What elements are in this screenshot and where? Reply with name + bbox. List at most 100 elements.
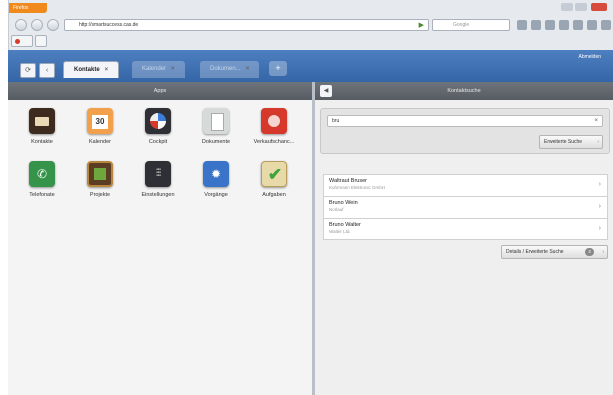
- url-text: http://smartsuccess.cas.de: [79, 22, 139, 28]
- addon-icon[interactable]: [559, 20, 569, 30]
- projects-icon: [87, 161, 113, 187]
- back-button[interactable]: [15, 19, 27, 31]
- search-box: bru × Erweiterte Suche ›: [320, 108, 610, 154]
- app-telefonate[interactable]: ✆ Telefonate: [13, 161, 71, 198]
- advanced-search-button[interactable]: Erweiterte Suche ›: [539, 135, 603, 149]
- minimize-button[interactable]: [561, 3, 573, 11]
- maximize-button[interactable]: [575, 3, 587, 11]
- app-label: Aufgaben: [262, 192, 286, 198]
- forward-button[interactable]: [31, 19, 43, 31]
- calendar-day: 30: [92, 115, 108, 129]
- tab-close-icon[interactable]: ×: [171, 66, 175, 72]
- addon-icon[interactable]: [573, 20, 583, 30]
- go-arrow-icon[interactable]: ▶: [419, 21, 424, 29]
- browser-tab[interactable]: [11, 35, 33, 47]
- favicon-icon: [15, 39, 20, 44]
- download-icon[interactable]: [531, 20, 541, 30]
- sales-opportunities-icon: [261, 108, 287, 134]
- contact-name: Waltraut Bruser: [329, 178, 368, 184]
- chevron-right-icon: ›: [598, 181, 601, 188]
- panel-title: Kontaktsuche: [447, 88, 481, 94]
- back-chevron-button[interactable]: ‹: [39, 63, 55, 78]
- contact-company: Walter Ltd.: [329, 229, 351, 234]
- refresh-button[interactable]: ⟳: [20, 63, 36, 78]
- tab-kontakte[interactable]: Kontakte ×: [63, 61, 120, 78]
- app-label: Kontakte: [31, 139, 53, 145]
- tab-label: Dokumen...: [210, 66, 241, 72]
- back-arrow-icon[interactable]: ◀: [320, 85, 332, 97]
- tab-close-icon[interactable]: ×: [105, 67, 109, 73]
- search-results: Waltraut Bruser Kuhrmann Elektronic GmbH…: [323, 174, 608, 240]
- close-window-button[interactable]: [591, 3, 607, 11]
- app-vorgaenge[interactable]: ✹ Vorgänge: [187, 161, 245, 198]
- browser-tab-strip: [9, 35, 613, 50]
- addon-icon[interactable]: [587, 20, 597, 30]
- search-query: bru: [332, 118, 340, 124]
- contact-search-panel: ◀ Kontaktsuche bru × Erweiterte Suche › …: [315, 82, 613, 395]
- list-item[interactable]: Waltraut Bruser Kuhrmann Elektronic GmbH…: [323, 174, 608, 196]
- calendar-icon: 30: [87, 108, 113, 134]
- app-dokumente[interactable]: Dokumente: [187, 108, 245, 145]
- list-item[interactable]: Bruno Walter Walter Ltd. ›: [323, 218, 608, 240]
- chevron-right-icon: ›: [602, 249, 604, 255]
- phone-icon: ✆: [29, 161, 55, 187]
- home-icon[interactable]: [545, 20, 555, 30]
- tab-close-icon[interactable]: ×: [246, 66, 250, 72]
- url-bar[interactable]: http://smartsuccess.cas.de ▶: [64, 19, 429, 31]
- contact-search-header: ◀ Kontaktsuche: [315, 82, 613, 100]
- chevron-right-icon: ›: [597, 139, 599, 145]
- contact-name: Bruno Walter: [329, 222, 361, 228]
- apps-panel: Apps Kontakte 30 Kalender Cockpit Dokume…: [8, 82, 315, 395]
- button-label: Details / Erweiterte Suche: [506, 249, 564, 255]
- contact-company: Norlauf: [329, 207, 344, 212]
- tab-dokumente[interactable]: Dokumen... ×: [200, 61, 260, 78]
- app-label: Dokumente: [201, 139, 231, 145]
- app-header: ⟳ ‹ Kontakte × Kalender × Dokumen... × + Ab…: [8, 50, 613, 82]
- app-einstellungen[interactable]: ⫶⫶⫶ Einstellungen: [129, 161, 187, 198]
- tab-label: Kontakte: [74, 67, 100, 73]
- app-label: Verkaufschanc...: [253, 139, 295, 145]
- browser-chrome: Firefox http://smartsuccess.cas.de ▶ Goo…: [8, 0, 613, 50]
- tab-label: Kalender: [142, 66, 167, 72]
- chevron-right-icon: ›: [598, 203, 601, 210]
- clear-search-icon[interactable]: ×: [594, 116, 598, 127]
- app-kalender[interactable]: 30 Kalender: [71, 108, 129, 145]
- contact-name: Bruno Wein: [329, 200, 358, 206]
- app-label: Vorgänge: [204, 192, 228, 198]
- documents-icon: [203, 108, 229, 134]
- search-placeholder: Google: [453, 22, 470, 28]
- details-advanced-search-button[interactable]: Details / Erweiterte Suche 3 ›: [501, 245, 608, 259]
- app-cockpit[interactable]: Cockpit: [129, 108, 187, 145]
- contacts-icon: [29, 108, 55, 134]
- button-label: Erweiterte Suche: [544, 139, 583, 145]
- result-count-badge: 3: [585, 248, 594, 256]
- navigation-bar: http://smartsuccess.cas.de ▶ Google: [9, 17, 613, 33]
- app-label: Cockpit: [148, 139, 168, 145]
- app-aufgaben[interactable]: ✔ Aufgaben: [245, 161, 303, 198]
- tasks-checkmark-icon: ✔: [261, 161, 287, 187]
- browser-search-input[interactable]: Google: [432, 19, 510, 31]
- home-button[interactable]: [47, 19, 59, 31]
- contact-search-input[interactable]: bru ×: [327, 115, 603, 127]
- app-label: Telefonate: [29, 192, 55, 198]
- new-browser-tab-button[interactable]: [35, 35, 47, 47]
- settings-sliders-icon: ⫶⫶⫶: [145, 161, 171, 187]
- firefox-menu-button[interactable]: Firefox: [9, 3, 47, 13]
- processes-gear-icon: ✹: [203, 161, 229, 187]
- chevron-right-icon: ›: [598, 225, 601, 232]
- app-verkaufschancen[interactable]: Verkaufschanc...: [245, 108, 303, 145]
- cockpit-icon: [145, 108, 171, 134]
- addon-icon[interactable]: [601, 20, 611, 30]
- add-tab-button[interactable]: +: [269, 61, 287, 76]
- apps-panel-title: Apps: [8, 82, 312, 100]
- contact-company: Kuhrmann Elektronic GmbH: [329, 185, 386, 190]
- app-label: Einstellungen: [141, 192, 175, 198]
- list-item[interactable]: Bruno Wein Norlauf ›: [323, 196, 608, 218]
- bookmarks-icon[interactable]: [517, 20, 527, 30]
- app-projekte[interactable]: Projekte: [71, 161, 129, 198]
- app-label: Projekte: [89, 192, 111, 198]
- app-label: Kalender: [88, 139, 112, 145]
- tab-kalender[interactable]: Kalender ×: [132, 61, 185, 78]
- logout-link[interactable]: Abmelden: [578, 54, 601, 60]
- app-kontakte[interactable]: Kontakte: [13, 108, 71, 145]
